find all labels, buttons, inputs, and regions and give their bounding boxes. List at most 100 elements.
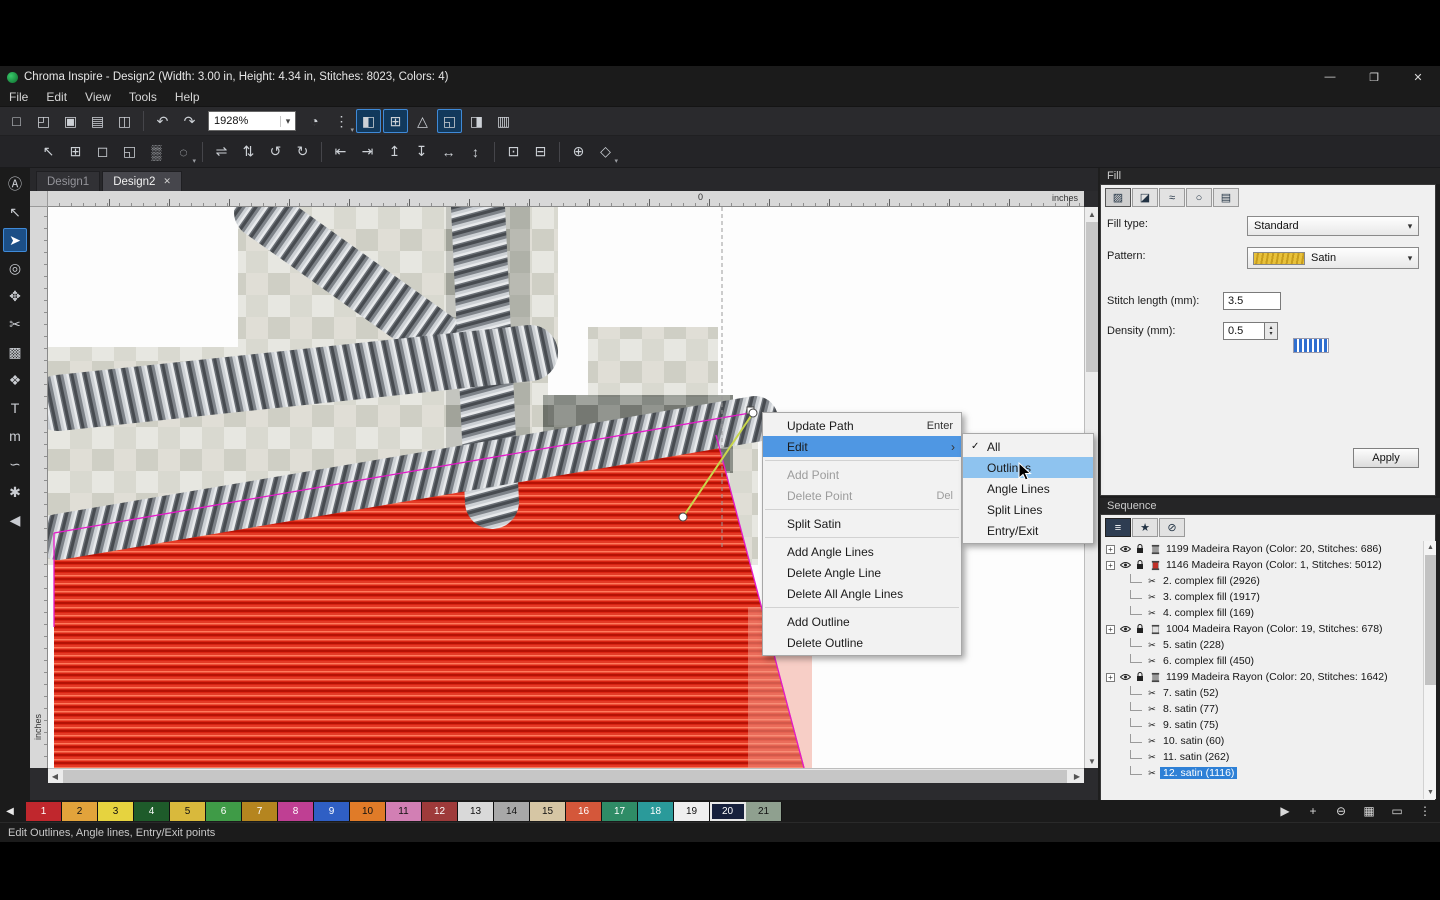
text-tool[interactable]: T bbox=[3, 396, 27, 420]
monogram-tool[interactable]: m bbox=[3, 424, 27, 448]
transform-button[interactable]: ◇▾ bbox=[593, 140, 618, 164]
center-horizontal-button[interactable]: ↔ bbox=[436, 140, 461, 164]
context-menu-item-delete-all-angle-lines[interactable]: Delete All Angle Lines bbox=[763, 583, 961, 604]
new-file-button[interactable]: □ bbox=[4, 109, 29, 133]
chevron-down-icon[interactable]: ▾ bbox=[280, 116, 295, 127]
fill-tab-motif-icon[interactable]: ○ bbox=[1186, 188, 1212, 207]
duplicate-button[interactable]: ◱ bbox=[117, 140, 142, 164]
expander-icon[interactable]: + bbox=[1106, 673, 1115, 682]
pattern-dropdown[interactable]: Satin ▾ bbox=[1247, 247, 1419, 269]
add-button[interactable]: + bbox=[1304, 804, 1322, 818]
select-mode-button[interactable]: ↖ bbox=[36, 140, 61, 164]
eye-icon[interactable] bbox=[1118, 545, 1132, 553]
marquee-select-button[interactable]: ◻ bbox=[90, 140, 115, 164]
grid-view-button[interactable]: ▦ bbox=[1360, 804, 1378, 818]
palette-swatch-17[interactable]: 17 bbox=[602, 802, 638, 821]
scroll-up-icon[interactable]: ▲ bbox=[1424, 541, 1437, 554]
palette-swatch-19[interactable]: 19 bbox=[674, 802, 710, 821]
submenu-item-split-lines[interactable]: Split Lines bbox=[963, 499, 1093, 520]
fill-tab-run-icon[interactable]: ≈ bbox=[1159, 188, 1185, 207]
more-options-button[interactable]: ⋮ bbox=[1416, 804, 1434, 818]
context-menu-item-add-angle-lines[interactable]: Add Angle Lines bbox=[763, 541, 961, 562]
sequence-row[interactable]: ✂7. satin (52) bbox=[1102, 685, 1422, 701]
sequence-row[interactable]: +1199 Madeira Rayon (Color: 20, Stitches… bbox=[1102, 669, 1422, 685]
knife-tool[interactable]: ✂ bbox=[3, 312, 27, 336]
context-menu-item-update-path[interactable]: Update PathEnter bbox=[763, 415, 961, 436]
chevron-down-icon[interactable]: ▾ bbox=[1402, 253, 1418, 264]
tab-design2[interactable]: Design2✕ bbox=[102, 171, 182, 191]
close-button[interactable]: ✕ bbox=[1396, 66, 1440, 88]
palette-swatch-14[interactable]: 14 bbox=[494, 802, 530, 821]
lasso-select-button[interactable]: ◌▾ bbox=[171, 140, 196, 164]
lock-icon[interactable] bbox=[1133, 560, 1147, 570]
stitch-beads-button[interactable]: ⋮▾ bbox=[329, 109, 354, 133]
sequence-row[interactable]: +1146 Madeira Rayon (Color: 1, Stitches:… bbox=[1102, 557, 1422, 573]
palette-swatch-10[interactable]: 10 bbox=[350, 802, 386, 821]
sequence-scrollbar[interactable]: ▲ ▼ bbox=[1423, 541, 1436, 799]
sequence-favorites-tab[interactable]: ★ bbox=[1132, 518, 1158, 537]
align-bottom-button[interactable]: ↧ bbox=[409, 140, 434, 164]
fill-type-dropdown[interactable]: Standard ▾ bbox=[1247, 216, 1419, 236]
rotate-left-button[interactable]: ↺ bbox=[263, 140, 288, 164]
sequence-row[interactable]: ✂8. satin (77) bbox=[1102, 701, 1422, 717]
zoom-tool[interactable]: ◎ bbox=[3, 256, 27, 280]
eye-icon[interactable] bbox=[1118, 673, 1132, 681]
align-right-button[interactable]: ⇥ bbox=[355, 140, 380, 164]
print-preview-button[interactable]: ◫ bbox=[112, 109, 137, 133]
sequence-row[interactable]: ✂2. complex fill (2926) bbox=[1102, 573, 1422, 589]
remove-button[interactable]: ⊖ bbox=[1332, 804, 1350, 818]
scroll-left-icon[interactable]: ◀ bbox=[48, 769, 62, 784]
expander-icon[interactable]: + bbox=[1106, 561, 1115, 570]
scroll-down-icon[interactable]: ▼ bbox=[1085, 754, 1099, 768]
palette-swatch-4[interactable]: 4 bbox=[134, 802, 170, 821]
menu-help[interactable]: Help bbox=[166, 89, 209, 105]
tab-design1[interactable]: Design1 bbox=[36, 171, 100, 191]
sequence-row[interactable]: ✂10. satin (60) bbox=[1102, 733, 1422, 749]
zoom-selection-button[interactable]: ⊕ bbox=[566, 140, 591, 164]
palette-swatch-2[interactable]: 2 bbox=[62, 802, 98, 821]
context-menu-item-delete-outline[interactable]: Delete Outline bbox=[763, 632, 961, 653]
palette-scroll-right-button[interactable]: ▶ bbox=[1276, 804, 1294, 818]
spin-down-icon[interactable]: ▾ bbox=[1269, 331, 1272, 337]
fill-tab-program-icon[interactable]: ▤ bbox=[1213, 188, 1239, 207]
context-menu-item-delete-angle-line[interactable]: Delete Angle Line bbox=[763, 562, 961, 583]
undo-button[interactable]: ↶ bbox=[150, 109, 175, 133]
sequence-row[interactable]: ✂9. satin (75) bbox=[1102, 717, 1422, 733]
block-select-button[interactable]: ⊞ bbox=[63, 140, 88, 164]
density-spinner[interactable]: ▴▾ bbox=[1265, 322, 1278, 340]
density-input[interactable]: 0.5 bbox=[1223, 322, 1265, 340]
chevron-down-icon[interactable]: ▾ bbox=[1402, 221, 1418, 232]
sequence-scroll-thumb[interactable] bbox=[1425, 555, 1436, 685]
scroll-up-icon[interactable]: ▲ bbox=[1085, 207, 1099, 221]
close-icon[interactable]: ✕ bbox=[163, 176, 171, 187]
sequence-row[interactable]: +1199 Madeira Rayon (Color: 20, Stitches… bbox=[1102, 541, 1422, 557]
palette-swatch-12[interactable]: 12 bbox=[422, 802, 458, 821]
palette-swatch-21[interactable]: 21 bbox=[746, 802, 782, 821]
palette-swatch-6[interactable]: 6 bbox=[206, 802, 242, 821]
horizontal-scroll-thumb[interactable] bbox=[63, 770, 1067, 783]
view-3d-button[interactable]: ◧ bbox=[356, 109, 381, 133]
redo-button[interactable]: ↷ bbox=[177, 109, 202, 133]
open-file-button[interactable]: ◰ bbox=[31, 109, 56, 133]
context-menu-item-add-outline[interactable]: Add Outline bbox=[763, 611, 961, 632]
stitch-path-tool[interactable]: ∽ bbox=[3, 452, 27, 476]
rotate-right-button[interactable]: ↻ bbox=[290, 140, 315, 164]
stitch-length-input[interactable]: 3.5 bbox=[1223, 292, 1281, 310]
shapes-tool[interactable]: ❖ bbox=[3, 368, 27, 392]
apply-button[interactable]: Apply bbox=[1353, 448, 1419, 468]
pan-tool[interactable]: ✥ bbox=[3, 284, 27, 308]
menu-edit[interactable]: Edit bbox=[37, 89, 76, 105]
scroll-down-icon[interactable]: ▼ bbox=[1424, 786, 1437, 799]
dot-grid-button[interactable]: ▒ bbox=[144, 140, 169, 164]
palette-swatch-1[interactable]: 1 bbox=[26, 802, 62, 821]
context-menu-item-split-satin[interactable]: Split Satin bbox=[763, 513, 961, 534]
measure-button[interactable]: △ bbox=[410, 109, 435, 133]
ungroup-button[interactable]: ⊟ bbox=[528, 140, 553, 164]
edit-points-tool[interactable]: ➤ bbox=[3, 228, 27, 252]
sequence-row[interactable]: ✂3. complex fill (1917) bbox=[1102, 589, 1422, 605]
maximize-button[interactable]: ❐ bbox=[1352, 66, 1396, 88]
minimize-button[interactable]: — bbox=[1308, 66, 1352, 88]
center-vertical-button[interactable]: ↕ bbox=[463, 140, 488, 164]
mirror-horizontal-button[interactable]: ⇌ bbox=[209, 140, 234, 164]
scroll-right-icon[interactable]: ▶ bbox=[1070, 769, 1084, 784]
